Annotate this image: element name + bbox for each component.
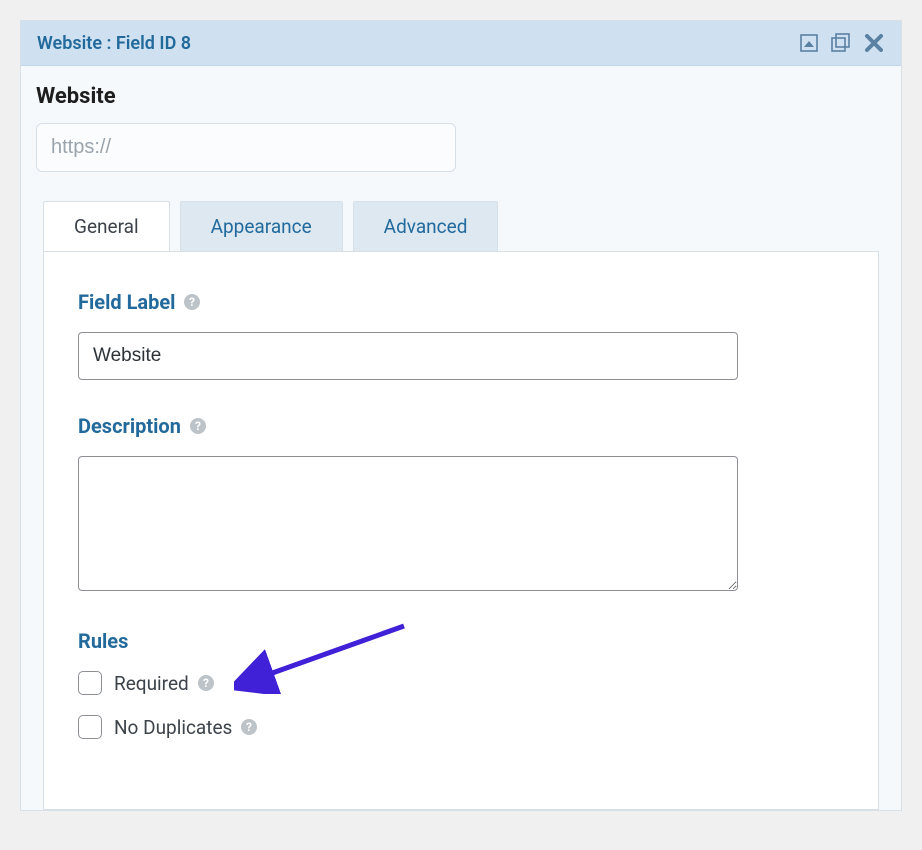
field-settings-panel: Website : Field ID 8 Website General App… [20,20,902,811]
help-icon[interactable]: ? [183,293,201,311]
tabs-container: General Appearance Advanced Field Label … [36,200,886,810]
svg-text:?: ? [246,720,252,734]
no-duplicates-label-text: No Duplicates [114,716,232,739]
description-textarea[interactable] [78,456,738,591]
tab-advanced[interactable]: Advanced [353,201,499,252]
svg-text:?: ? [203,676,209,690]
rules-section-title: Rules [78,629,844,653]
field-preview-label: Website [36,84,886,109]
help-icon[interactable]: ? [240,718,258,736]
svg-text:?: ? [195,419,201,433]
panel-body: Website General Appearance Advanced Fiel… [21,66,901,810]
tab-list: General Appearance Advanced [43,201,879,252]
help-icon[interactable]: ? [197,674,215,692]
no-duplicates-checkbox[interactable] [78,715,102,739]
required-label: Required ? [114,672,215,695]
collapse-icon[interactable] [799,33,819,53]
tab-panel-general: Field Label ? Description ? Rules [43,251,879,810]
close-icon[interactable] [863,32,885,54]
description-section-title: Description ? [78,414,844,438]
field-label-input[interactable] [78,332,738,380]
panel-actions [799,31,885,55]
required-label-text: Required [114,672,189,695]
no-duplicates-row: No Duplicates ? [78,715,844,739]
description-text: Description [78,414,181,438]
tab-general[interactable]: General [43,201,170,252]
field-preview-input[interactable] [36,123,456,172]
required-row: Required ? [78,671,844,695]
rules-text: Rules [78,629,128,653]
no-duplicates-label: No Duplicates ? [114,716,258,739]
panel-header: Website : Field ID 8 [21,21,901,66]
required-checkbox[interactable] [78,671,102,695]
panel-title: Website : Field ID 8 [37,33,799,54]
field-label-section-title: Field Label ? [78,290,844,314]
help-icon[interactable]: ? [189,417,207,435]
svg-text:?: ? [189,295,195,309]
tab-appearance[interactable]: Appearance [180,201,343,252]
field-label-text: Field Label [78,290,175,314]
duplicate-icon[interactable] [829,31,853,55]
